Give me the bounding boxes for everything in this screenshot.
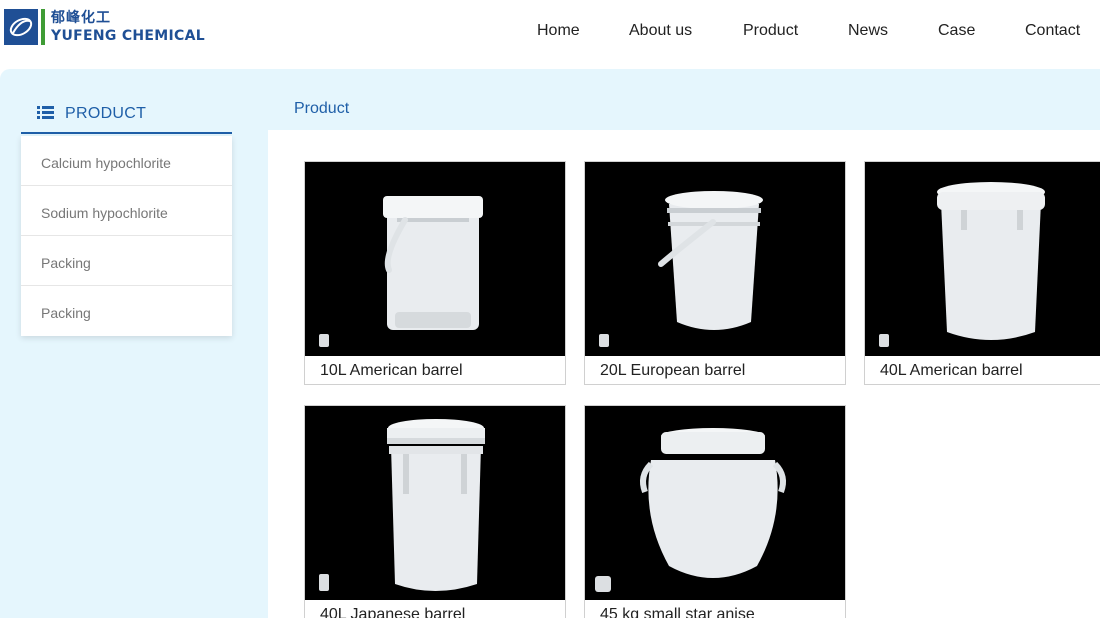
- product-card[interactable]: 40L Japanese barrel: [304, 405, 566, 618]
- product-image-round-bucket[interactable]: [585, 162, 845, 356]
- product-image-wide-drum[interactable]: [585, 406, 845, 600]
- nav-news[interactable]: News: [848, 22, 888, 40]
- product-image-tall-barrel[interactable]: [865, 162, 1100, 356]
- sidebar-item-packing-2[interactable]: Packing: [21, 286, 232, 336]
- product-image-ribbed-barrel[interactable]: [305, 406, 565, 600]
- product-grid: 10L American barrel 20L European barrel: [268, 130, 1100, 618]
- sidebar-item-calcium-hypochlorite[interactable]: Calcium hypochlorite: [21, 136, 232, 186]
- sidebar-item-packing[interactable]: Packing: [21, 236, 232, 286]
- product-card[interactable]: 45 kg small star anise: [584, 405, 846, 618]
- product-card[interactable]: 40L American barrel: [864, 161, 1100, 385]
- sidebar-category-list: Calcium hypochlorite Sodium hypochlorite…: [21, 136, 232, 336]
- product-title[interactable]: 45 kg small star anise: [600, 606, 755, 618]
- sidebar-item-sodium-hypochlorite[interactable]: Sodium hypochlorite: [21, 186, 232, 236]
- nav-home[interactable]: Home: [537, 22, 580, 40]
- site-header: 郁峰化工 YUFENG CHEMICAL Home About us Produ…: [0, 0, 1100, 69]
- nav-about-us[interactable]: About us: [629, 22, 692, 40]
- list-icon: [37, 106, 55, 120]
- product-title[interactable]: 40L Japanese barrel: [320, 606, 465, 618]
- product-title[interactable]: 40L American barrel: [880, 362, 1023, 380]
- product-title[interactable]: 20L European barrel: [600, 362, 745, 380]
- product-title[interactable]: 10L American barrel: [320, 362, 463, 380]
- sidebar-heading: PRODUCT: [21, 95, 232, 134]
- sidebar-heading-label: PRODUCT: [65, 105, 147, 122]
- nav-product[interactable]: Product: [743, 22, 798, 40]
- product-image-square-bucket[interactable]: [305, 162, 565, 356]
- product-card[interactable]: 20L European barrel: [584, 161, 846, 385]
- main-nav: Home About us Product News Case Contact: [0, 22, 1100, 42]
- nav-case[interactable]: Case: [938, 22, 975, 40]
- product-card[interactable]: 10L American barrel: [304, 161, 566, 385]
- breadcrumb[interactable]: Product: [294, 100, 349, 118]
- nav-contact[interactable]: Contact: [1025, 22, 1080, 40]
